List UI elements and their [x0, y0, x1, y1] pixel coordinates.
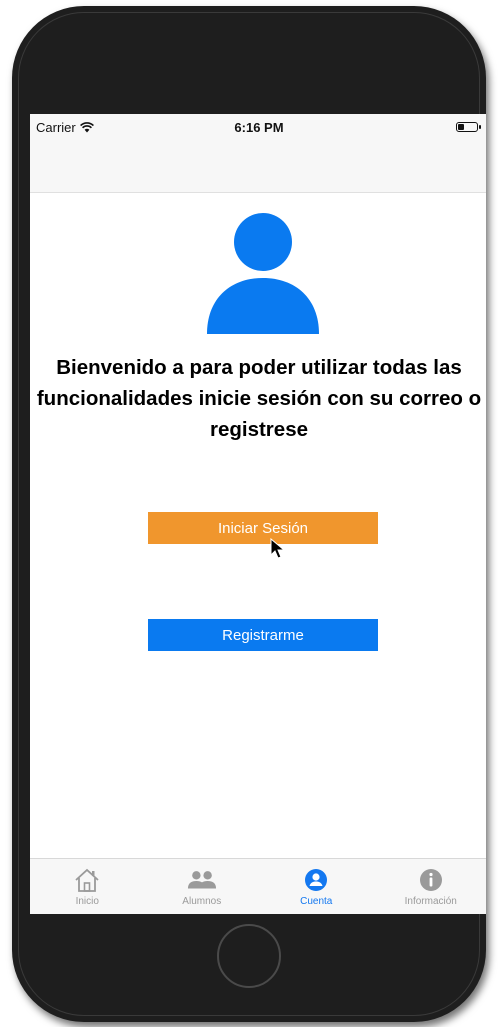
tab-label: Alumnos — [182, 896, 222, 907]
welcome-message: Bienvenido a para poder utilizar todas l… — [36, 356, 482, 441]
tab-bar: Inicio Alumnos Cuenta Información — [30, 858, 486, 914]
people-icon — [187, 866, 217, 894]
tab-cuenta[interactable]: Cuenta — [259, 859, 374, 914]
tab-alumnos[interactable]: Alumnos — [145, 859, 260, 914]
mouse-cursor-icon — [270, 538, 286, 559]
app-screen: Carrier 6:16 PM Bienvenido a para poder … — [30, 114, 486, 914]
status-bar: Carrier 6:16 PM — [30, 114, 486, 142]
register-button[interactable]: Registrarme — [148, 619, 378, 651]
account-icon — [301, 866, 331, 894]
tab-label: Información — [404, 896, 457, 907]
login-button[interactable]: Iniciar Sesión — [148, 512, 378, 544]
home-icon — [72, 866, 102, 894]
tab-label: Inicio — [75, 896, 99, 907]
info-icon — [416, 866, 446, 894]
tab-label: Cuenta — [300, 896, 333, 907]
phone-frame: Carrier 6:16 PM Bienvenido a para poder … — [12, 6, 486, 1022]
home-button[interactable] — [217, 924, 281, 988]
clock: 6:16 PM — [234, 120, 284, 135]
navigation-bar — [30, 142, 486, 193]
battery-icon — [456, 122, 481, 132]
tab-informacion[interactable]: Información — [374, 859, 487, 914]
user-avatar-icon — [207, 213, 319, 334]
battery-level — [458, 124, 464, 130]
tab-inicio[interactable]: Inicio — [30, 859, 145, 914]
